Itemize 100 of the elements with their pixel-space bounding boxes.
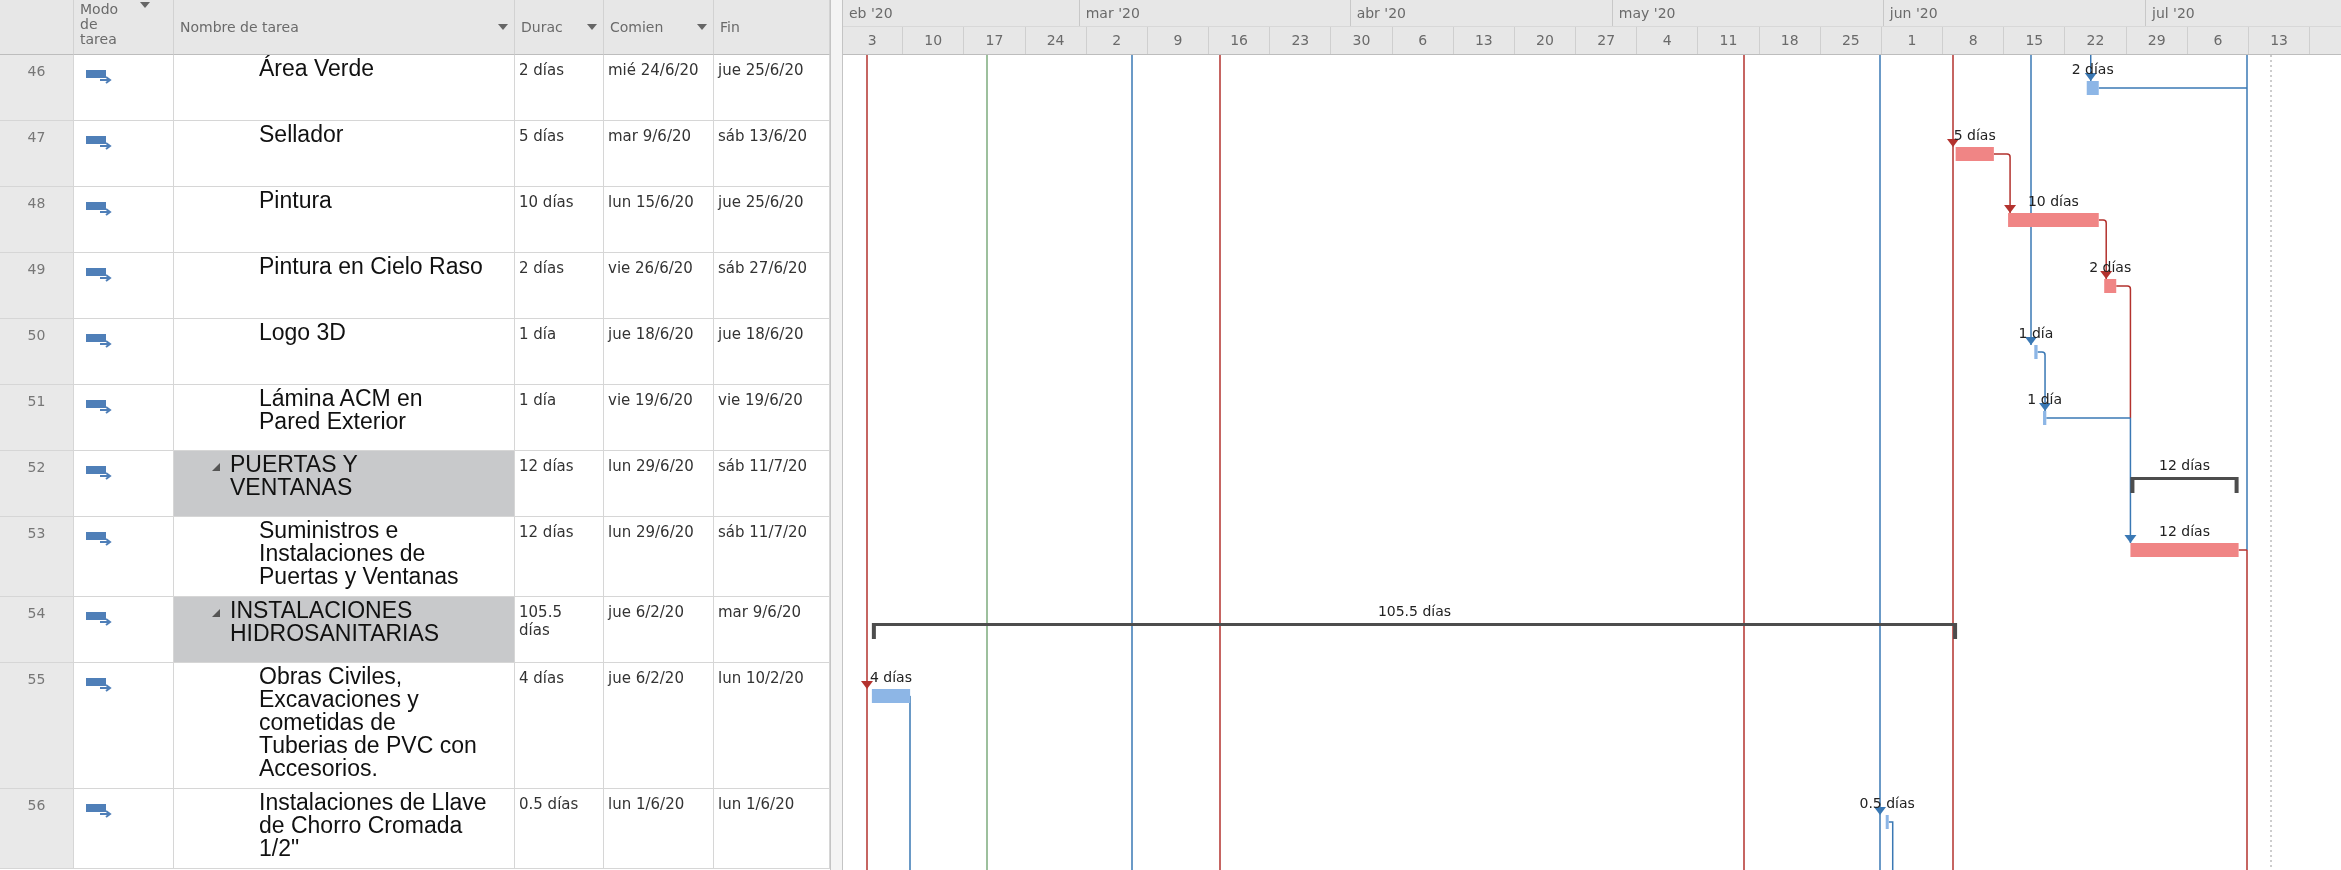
task-name-cell: Pintura en Cielo Raso — [174, 253, 515, 319]
task-bar[interactable] — [2086, 81, 2099, 95]
row-number-cell: 54 — [0, 597, 74, 663]
column-header[interactable]: Fin — [714, 0, 830, 55]
week-label: 30 — [1331, 27, 1393, 54]
week-label: 15 — [2004, 27, 2066, 54]
dropdown-caret-icon[interactable] — [498, 24, 508, 30]
dropdown-caret-icon[interactable] — [697, 24, 707, 30]
task-name-cell: Sellador — [174, 121, 515, 187]
dropdown-caret-icon[interactable] — [140, 2, 150, 8]
summary-bar[interactable] — [871, 623, 1958, 639]
task-name-cell: Logo 3D — [174, 319, 515, 385]
link-arrowhead-icon — [861, 681, 873, 689]
task-mode-icon — [86, 803, 114, 819]
duration-cell: 2 días — [515, 253, 604, 319]
row-number-cell: 49 — [0, 253, 74, 319]
task-mode-icon — [86, 677, 114, 693]
task-bar[interactable] — [1885, 815, 1889, 829]
task-mode-icon — [86, 399, 114, 415]
month-label: abr '20 — [1349, 0, 1406, 26]
summary-task-name: PUERTAS Y VENTANAS — [230, 453, 359, 502]
start-date-cell: vie 26/6/20 — [604, 253, 714, 319]
week-label: 13 — [2248, 27, 2311, 54]
row-number-cell: 53 — [0, 517, 74, 597]
duration-label: 12 días — [2159, 457, 2210, 473]
duration-label: 1 día — [2018, 325, 2054, 341]
link-arrowhead-icon — [1947, 139, 1959, 147]
row-number-cell: 50 — [0, 319, 74, 385]
task-name-cell: Pintura — [174, 187, 515, 253]
duration-cell: 0.5 días — [515, 789, 604, 869]
task-mode-icon — [86, 333, 114, 349]
column-header[interactable]: Nombre de tarea — [174, 0, 515, 55]
start-date-cell: lun 1/6/20 — [604, 789, 714, 869]
task-mode-icon — [86, 267, 114, 283]
task-mode-icon — [86, 69, 114, 85]
task-name-cell: Obras Civiles, Excavaciones y cometidas de Tuberias de PVC con Accesorios. — [174, 663, 515, 789]
row-number-cell: 47 — [0, 121, 74, 187]
week-label: 20 — [1514, 27, 1577, 54]
week-label: 29 — [2126, 27, 2188, 54]
collapse-triangle-icon[interactable] — [210, 607, 220, 617]
task-bar[interactable] — [2104, 279, 2117, 293]
task-bar[interactable] — [2034, 345, 2038, 359]
week-label: 13 — [1453, 27, 1515, 54]
link-arrowhead-icon — [2124, 535, 2137, 543]
task-mode-icon — [86, 465, 114, 481]
task-mode-icon — [86, 201, 114, 217]
duration-cell: 105.5 días — [515, 597, 604, 663]
week-label: 4 — [1637, 27, 1699, 54]
summary-bar[interactable] — [2130, 477, 2239, 493]
duration-cell: 12 días — [515, 517, 604, 597]
task-name-cell: Instalaciones de Llave de Chorro Cromada 1/2" — [174, 789, 515, 869]
duration-cell: 1 día — [515, 319, 604, 385]
week-label: 22 — [2065, 27, 2127, 54]
week-label: 2 — [1086, 27, 1148, 54]
week-label: 9 — [1147, 27, 1210, 54]
row-number-cell: 46 — [0, 55, 74, 121]
start-date-cell: jue 6/2/20 — [604, 663, 714, 789]
row-number-cell: 55 — [0, 663, 74, 789]
task-bar[interactable] — [871, 689, 911, 703]
task-bar[interactable] — [2130, 543, 2239, 557]
week-label: 1 — [1881, 27, 1944, 54]
duration-cell: 5 días — [515, 121, 604, 187]
task-bar[interactable] — [1955, 147, 1994, 161]
week-label: 3 — [843, 27, 904, 54]
duration-cell: 4 días — [515, 663, 604, 789]
link-arrowhead-icon — [2025, 337, 2037, 345]
collapse-triangle-icon[interactable] — [210, 461, 220, 471]
select-all-corner[interactable] — [0, 0, 74, 55]
task-mode-icon — [86, 135, 114, 151]
column-header[interactable]: Comien — [604, 0, 714, 55]
duration-label: 105.5 días — [1377, 603, 1452, 619]
duration-cell: 1 día — [515, 385, 604, 451]
week-label: 24 — [1025, 27, 1087, 54]
month-label: jul '20 — [2145, 0, 2195, 26]
task-name-cell: Área Verde — [174, 55, 515, 121]
week-label: 16 — [1209, 27, 1271, 54]
dropdown-caret-icon[interactable] — [587, 24, 597, 30]
week-label: 25 — [1820, 27, 1882, 54]
link-arrowhead-icon — [2004, 205, 2017, 213]
duration-label: 12 días — [2159, 523, 2210, 539]
row-number-cell: 51 — [0, 385, 74, 451]
week-label: 8 — [1943, 27, 2005, 54]
week-label: 6 — [1392, 27, 1454, 54]
start-date-cell: jue 6/2/20 — [604, 597, 714, 663]
start-date-cell: mar 9/6/20 — [604, 121, 714, 187]
start-date-cell: jue 18/6/20 — [604, 319, 714, 385]
duration-cell: 12 días — [515, 451, 604, 517]
start-date-cell: vie 19/6/20 — [604, 385, 714, 451]
week-label: 27 — [1576, 27, 1638, 54]
week-label: 10 — [903, 27, 965, 54]
week-label: 23 — [1270, 27, 1332, 54]
task-bar[interactable] — [2008, 213, 2099, 227]
month-label: may '20 — [1611, 0, 1676, 26]
task-mode-icon — [86, 611, 114, 627]
duration-label: 4 días — [870, 669, 912, 685]
column-header[interactable]: Modo de tarea — [74, 0, 174, 55]
start-date-cell: lun 15/6/20 — [604, 187, 714, 253]
column-header[interactable]: Durac — [515, 0, 604, 55]
start-date-cell: lun 29/6/20 — [604, 517, 714, 597]
task-bar[interactable] — [2043, 411, 2047, 425]
